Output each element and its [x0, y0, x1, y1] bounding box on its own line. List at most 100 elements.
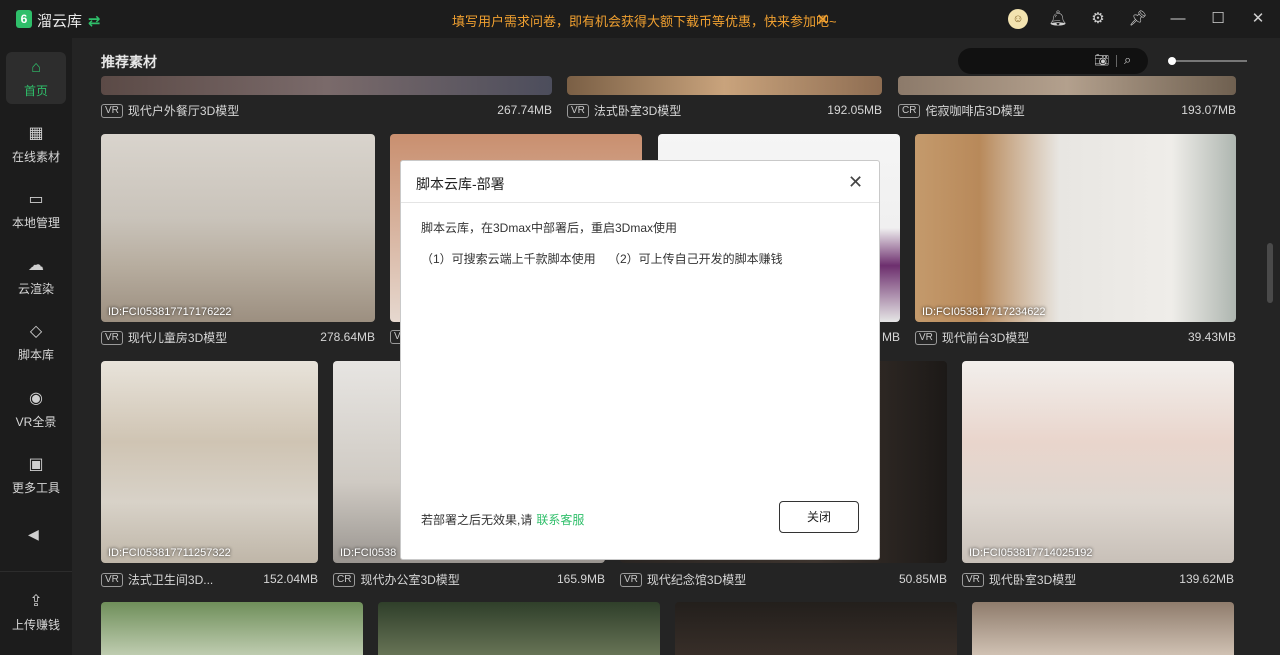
card-size: 278.64MB — [320, 330, 375, 344]
card-id: ID:FCI053817717234622 — [922, 306, 1046, 318]
card-badge: VR — [962, 572, 984, 587]
search-divider — [1116, 55, 1117, 67]
card-badge: VR — [101, 572, 123, 587]
card-badge: VR — [620, 572, 642, 587]
thumbnail-size-slider[interactable] — [1168, 57, 1247, 65]
dialog-feature-2: （2）可上传自己开发的脚本赚钱 — [608, 252, 783, 266]
vr-icon: ◉ — [29, 390, 43, 407]
card-thumbnail[interactable] — [972, 602, 1234, 655]
grid-icon: ▦ — [28, 125, 44, 142]
monitor-icon: ▭ — [28, 191, 44, 208]
card-size: 267.74MB — [497, 103, 552, 117]
card-size: 192.05MB — [827, 103, 882, 117]
card-id: ID:FCI053817717176222 — [108, 306, 232, 318]
card-thumbnail[interactable] — [101, 602, 363, 655]
card-thumbnail[interactable] — [898, 76, 1236, 95]
contact-support-link[interactable]: 联系客服 — [536, 513, 584, 527]
camera-search-icon[interactable]: 📷︎ — [1094, 53, 1109, 67]
card-thumbnail[interactable] — [567, 76, 882, 95]
dialog-description: 脚本云库，在3Dmax中部署后，重启3Dmax使用 — [421, 221, 678, 235]
card-thumbnail[interactable]: ID:FCI053817711257322 — [101, 361, 318, 563]
card-thumbnail[interactable] — [675, 602, 957, 655]
card-name[interactable]: 法式卧室3D模型 — [594, 104, 681, 118]
card-thumbnail[interactable]: ID:FCI053817714025192 — [962, 361, 1234, 563]
card-thumbnail[interactable] — [378, 602, 660, 655]
close-window-icon[interactable]: ✕ — [1248, 9, 1268, 29]
card-size: MB — [882, 330, 900, 344]
sidebar-divider — [0, 571, 72, 572]
card-id: ID:FCI053817714025192 — [969, 547, 1093, 559]
card-name[interactable]: 现代卧室3D模型 — [989, 573, 1076, 587]
sidebar-item-label: VR全景 — [15, 415, 57, 429]
sidebar-item-online[interactable]: ▦ 在线素材 — [6, 118, 66, 170]
notice-close-icon[interactable]: ✕ — [816, 10, 829, 30]
card-meta: VR 现代前台3D模型 39.43MB — [915, 329, 1236, 347]
sidebar-item-label: 本地管理 — [11, 216, 60, 230]
card-meta: VR 现代儿童房3D模型 278.64MB — [101, 329, 375, 347]
sidebar-item-scripts[interactable]: ◇ 脚本库 — [6, 316, 66, 368]
sidebar-item-label: 脚本库 — [17, 348, 54, 362]
sidebar-item-home[interactable]: ⌂ 首页 — [6, 52, 66, 104]
maximize-icon[interactable]: ☐ — [1208, 9, 1228, 29]
card-badge: VR — [101, 103, 123, 118]
card-size: 152.04MB — [263, 572, 318, 586]
collapse-sidebar-icon[interactable]: ◀ — [28, 526, 39, 543]
close-button[interactable]: 关闭 — [779, 501, 859, 533]
card-meta: CR 现代办公室3D模型 165.9MB — [333, 571, 605, 589]
card-size: 165.9MB — [556, 572, 605, 586]
toolbox-icon: ▣ — [28, 456, 44, 473]
card-meta: VR 现代纪念馆3D模型 50.85MB — [620, 571, 947, 589]
card-size: 139.62MB — [1179, 572, 1234, 586]
close-icon[interactable]: ✕ — [848, 172, 863, 193]
dialog-title: 脚本云库-部署 — [416, 176, 505, 192]
sidebar-item-render[interactable]: ☁ 云渲染 — [6, 250, 66, 302]
title-bar: 6 溜云库 ⇄ 填写用户需求问卷，即有机会获得大额下载币等优惠，快来参加吧~ ✕… — [0, 0, 1280, 38]
card-meta: VR 现代户外餐厅3D模型 267.74MB — [101, 102, 552, 120]
card-thumbnail[interactable]: ID:FCI053817717176222 — [101, 134, 375, 322]
scrollbar[interactable] — [1267, 243, 1273, 303]
card-badge: VR — [567, 103, 589, 118]
card-name[interactable]: 侘寂咖啡店3D模型 — [925, 104, 1024, 118]
deploy-dialog: 脚本云库-部署 ✕ 脚本云库，在3Dmax中部署后，重启3Dmax使用 （1）可… — [400, 160, 880, 560]
card-thumbnail[interactable]: ID:FCI053817717234622 — [915, 134, 1236, 322]
cloud-icon: ☁ — [28, 257, 44, 274]
card-name[interactable]: 现代纪念馆3D模型 — [647, 573, 746, 587]
sidebar: ⌂ 首页 ▦ 在线素材 ▭ 本地管理 ☁ 云渲染 ◇ 脚本库 ◉ VR全景 ▣ … — [0, 38, 72, 655]
sidebar-item-upload[interactable]: ⇪ 上传赚钱 — [6, 586, 66, 638]
card-size: 193.07MB — [1181, 103, 1236, 117]
sidebar-item-label: 首页 — [23, 84, 48, 98]
minimize-icon[interactable]: — — [1168, 9, 1188, 29]
card-size: 39.43MB — [1187, 330, 1236, 344]
sidebar-item-tools[interactable]: ▣ 更多工具 — [6, 449, 66, 501]
code-icon: ◇ — [29, 323, 43, 340]
card-meta: CR 侘寂咖啡店3D模型 193.07MB — [898, 102, 1236, 120]
slider-knob[interactable] — [1168, 57, 1176, 65]
sidebar-item-vr[interactable]: ◉ VR全景 — [6, 383, 66, 435]
card-meta: VR 现代卧室3D模型 139.62MB — [962, 571, 1234, 589]
bell-icon[interactable]: 🔔︎ — [1048, 9, 1068, 29]
card-badge: VR — [101, 330, 123, 345]
app-title: 溜云库 — [37, 13, 83, 30]
card-thumbnail[interactable] — [101, 76, 552, 95]
card-name[interactable]: 现代办公室3D模型 — [360, 573, 459, 587]
card-badge: CR — [898, 103, 921, 118]
dialog-feature-1: （1）可搜索云端上千款脚本使用 — [421, 252, 596, 266]
swap-icon[interactable]: ⇄ — [88, 12, 101, 30]
search-input[interactable]: 📷︎ ⌕ — [958, 48, 1148, 74]
pin-icon[interactable]: 📌︎ — [1128, 9, 1148, 29]
card-id: ID:FCI053817711257322 — [108, 547, 231, 559]
card-meta: VR 法式卫生间3D... 152.04MB — [101, 571, 318, 589]
card-name[interactable]: 现代户外餐厅3D模型 — [128, 104, 239, 118]
gear-icon[interactable]: ⚙ — [1088, 9, 1108, 29]
notice-banner[interactable]: 填写用户需求问卷，即有机会获得大额下载币等优惠，快来参加吧~ — [452, 11, 837, 30]
card-badge: VR — [915, 330, 937, 345]
card-meta: VR 法式卧室3D模型 192.05MB — [567, 102, 882, 120]
app-logo-icon: 6 — [16, 10, 32, 28]
card-name[interactable]: 现代儿童房3D模型 — [128, 331, 227, 345]
card-name[interactable]: 现代前台3D模型 — [942, 331, 1029, 345]
card-badge: CR — [333, 572, 356, 587]
sidebar-item-local[interactable]: ▭ 本地管理 — [6, 184, 66, 236]
card-name[interactable]: 法式卫生间3D... — [128, 573, 213, 587]
search-icon[interactable]: ⌕ — [1124, 52, 1131, 68]
avatar[interactable]: ☺ — [1008, 9, 1028, 29]
